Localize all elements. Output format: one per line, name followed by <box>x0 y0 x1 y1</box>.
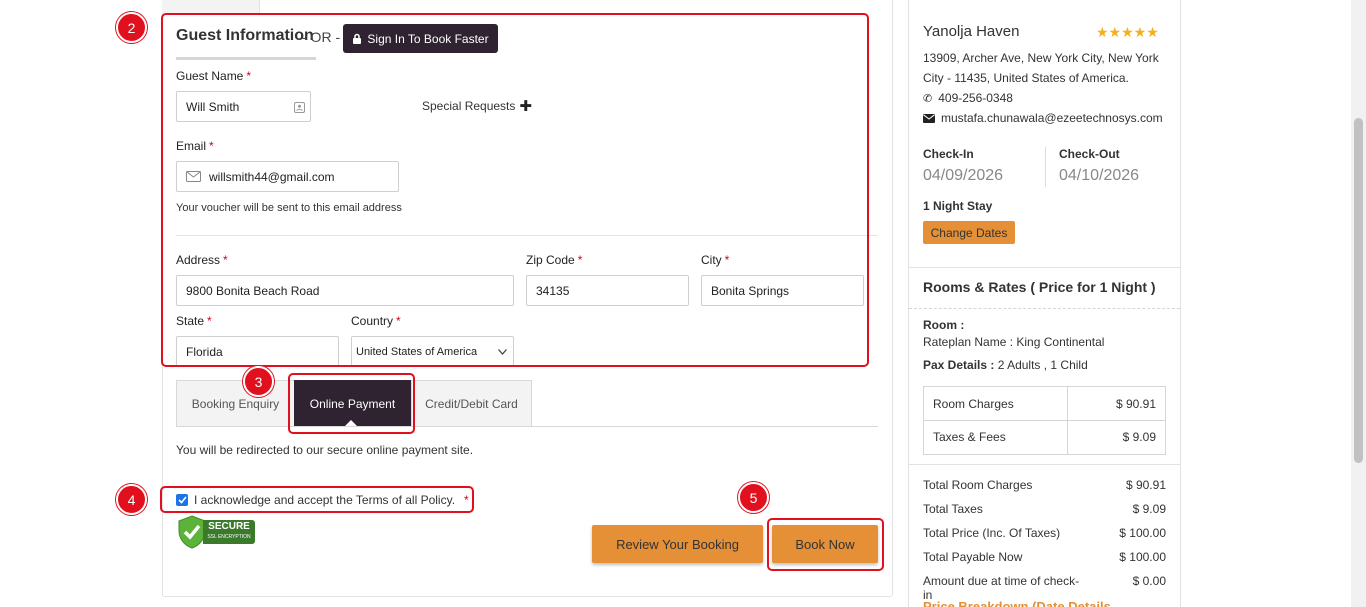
hotel-address-line1: 13909, Archer Ave, New York City, New Yo… <box>923 51 1159 65</box>
annotation-box-book-now <box>767 518 884 571</box>
total-row: Amount due at time of check-in $ 0.00 <box>923 574 1166 602</box>
pax-label: Pax Details : <box>923 358 995 372</box>
total-label: Total Room Charges <box>923 478 1033 492</box>
charges-table: Room Charges $ 90.91 Taxes & Fees $ 9.09 <box>923 386 1166 455</box>
annotation-box-guest-info <box>161 13 869 367</box>
checkout-date: 04/10/2026 <box>1059 167 1140 184</box>
date-divider <box>1045 147 1046 187</box>
pax-details: Pax Details : 2 Adults , 1 Child <box>923 358 1088 372</box>
rooms-rates-title: Rooms & Rates ( Price for 1 Night ) <box>923 279 1156 295</box>
table-row-divider <box>924 420 1165 421</box>
hotel-phone-row: ✆ 409-256-0348 <box>923 91 1013 105</box>
total-value: $ 9.09 <box>1132 502 1166 516</box>
checkin-date: 04/09/2026 <box>923 167 1004 184</box>
totals-divider <box>909 464 1180 465</box>
room-label: Room : <box>923 318 965 332</box>
annotation-badge-5: 5 <box>738 482 769 513</box>
hotel-name: Yanolja Haven <box>923 23 1020 40</box>
annotation-box-online-payment <box>288 373 415 434</box>
total-label: Total Price (Inc. Of Taxes) <box>923 526 1061 540</box>
hotel-address-line2: City - 11435, United States of America. <box>923 71 1129 85</box>
table-cell-value: $ 9.09 <box>1122 430 1156 444</box>
phone-icon: ✆ <box>923 92 933 105</box>
tabs-divider <box>176 426 878 427</box>
hotel-email-row: mustafa.chunawala@ezeetechnosys.com <box>923 111 1163 125</box>
totals-list: Total Room Charges $ 90.91 Total Taxes $ 9… <box>923 478 1166 602</box>
total-value: $ 100.00 <box>1119 550 1166 564</box>
annotation-badge-2: 2 <box>116 12 147 43</box>
table-cell-value: $ 90.91 <box>1115 397 1156 411</box>
annotation-box-terms <box>160 486 474 513</box>
redirect-note: You will be redirected to our secure onl… <box>176 443 474 457</box>
sidebar-divider <box>909 267 1180 268</box>
total-row: Total Taxes $ 9.09 <box>923 502 1166 526</box>
secure-ssl-badge: SECURE SSL ENCRYPTION <box>177 515 257 549</box>
tab-credit-debit-card[interactable]: Credit/Debit Card <box>411 380 532 427</box>
table-cell-label: Room Charges <box>933 397 1014 411</box>
review-booking-button[interactable]: Review Your Booking <box>592 525 763 563</box>
total-row: Total Room Charges $ 90.91 <box>923 478 1166 502</box>
total-label: Total Payable Now <box>923 550 1023 564</box>
top-tab-remnant <box>162 0 260 14</box>
scrollbar-thumb[interactable] <box>1354 118 1363 463</box>
secure-badge-subtitle: SSL ENCRYPTION <box>207 534 251 540</box>
table-cell-label: Taxes & Fees <box>933 430 1006 444</box>
change-dates-button[interactable]: Change Dates <box>923 221 1015 244</box>
checkout-label: Check-Out <box>1059 147 1120 161</box>
stay-length: 1 Night Stay <box>923 199 993 213</box>
rates-divider <box>909 308 1180 309</box>
price-breakdown-link[interactable]: Price Breakdown (Date Details <box>923 599 1111 607</box>
star-rating: ★★★★★ <box>1096 24 1159 40</box>
hotel-phone: 409-256-0348 <box>938 91 1013 105</box>
total-row: Total Payable Now $ 100.00 <box>923 550 1166 574</box>
hotel-email: mustafa.chunawala@ezeetechnosys.com <box>941 111 1163 125</box>
envelope-icon <box>923 113 935 123</box>
total-row: Total Price (Inc. Of Taxes) $ 100.00 <box>923 526 1166 550</box>
secure-badge-title: SECURE <box>208 521 250 532</box>
annotation-badge-3: 3 <box>243 366 274 397</box>
checkin-label: Check-In <box>923 147 974 161</box>
total-label: Total Taxes <box>923 502 983 516</box>
tab-booking-enquiry[interactable]: Booking Enquiry <box>176 380 295 427</box>
pax-value: 2 Adults , 1 Child <box>997 358 1088 372</box>
annotation-badge-4: 4 <box>116 484 147 515</box>
rateplan-name: Rateplan Name : King Continental <box>923 335 1105 349</box>
total-value: $ 100.00 <box>1119 526 1166 540</box>
total-value: $ 90.91 <box>1125 478 1166 492</box>
total-label: Amount due at time of check-in <box>923 574 1080 602</box>
total-value: $ 0.00 <box>1132 574 1166 588</box>
